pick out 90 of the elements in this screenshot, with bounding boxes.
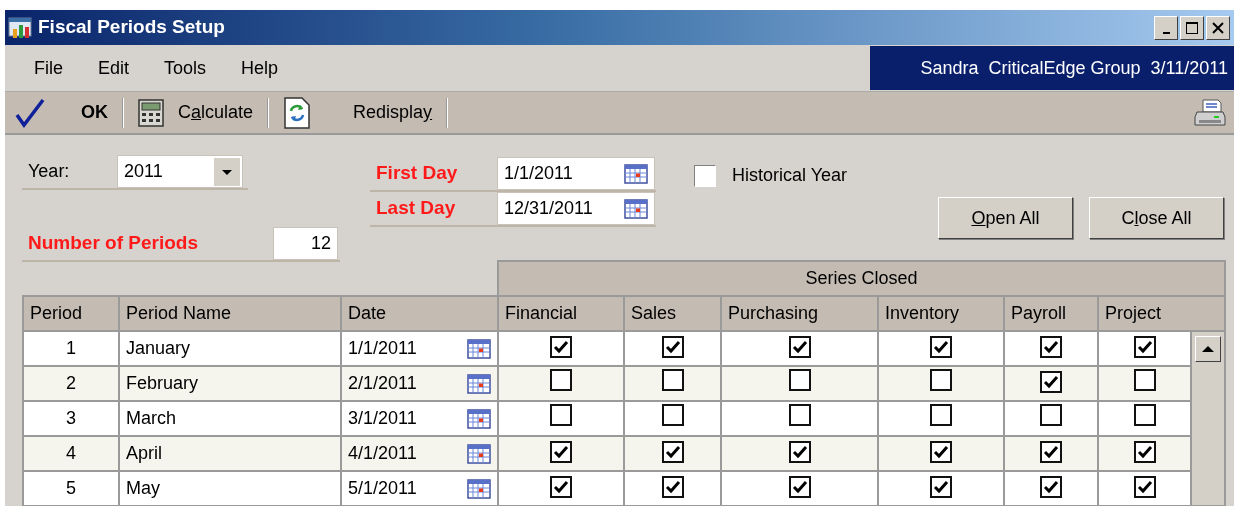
checkbox[interactable] <box>1040 371 1062 393</box>
checkbox[interactable] <box>1040 403 1062 426</box>
checkbox[interactable] <box>1040 441 1062 463</box>
checkbox[interactable] <box>788 476 811 498</box>
printer-icon[interactable] <box>1194 97 1226 128</box>
column-header: Payroll <box>1004 296 1098 331</box>
checkbox[interactable] <box>661 368 684 391</box>
checkmark-icon <box>15 97 45 128</box>
refresh-document-icon <box>283 96 312 129</box>
column-header: Inventory <box>878 296 1004 331</box>
table-cell: 5 <box>23 471 119 506</box>
column-header: Period Name <box>119 296 341 331</box>
calendar-icon[interactable] <box>624 198 648 219</box>
maximize-button[interactable] <box>1180 15 1204 40</box>
checkbox[interactable] <box>550 336 572 358</box>
up-arrow-icon <box>1201 345 1216 353</box>
close-button[interactable] <box>1206 15 1230 40</box>
open-all-button[interactable]: Open All <box>938 197 1073 239</box>
checkbox[interactable] <box>930 403 952 426</box>
checkbox[interactable] <box>930 368 952 391</box>
ok-button[interactable]: OK <box>5 94 118 131</box>
historical-year-label: Historical Year <box>732 164 848 187</box>
checkbox[interactable] <box>1040 336 1062 358</box>
date-text: 2/1/2011 <box>348 372 417 395</box>
column-header: Project <box>1098 296 1226 331</box>
menu-item[interactable]: Help <box>241 54 279 82</box>
checkbox[interactable] <box>550 476 572 498</box>
checkbox[interactable] <box>930 336 952 358</box>
checkbox[interactable] <box>661 441 684 463</box>
scroll-up-button[interactable] <box>1195 336 1222 362</box>
number-of-periods-field[interactable]: 12 <box>273 227 338 260</box>
calendar-icon[interactable] <box>467 408 491 429</box>
checkbox[interactable] <box>1133 368 1156 391</box>
checkbox[interactable] <box>1133 336 1156 358</box>
checkbox[interactable] <box>550 441 572 463</box>
checkbox[interactable] <box>550 368 572 391</box>
calendar-icon[interactable] <box>467 373 491 394</box>
column-header: Period <box>23 296 119 331</box>
last-day-field[interactable]: 12/31/2011 <box>497 192 655 225</box>
column-header: Financial <box>498 296 624 331</box>
column-header: Sales <box>624 296 721 331</box>
date-text: 1/1/2011 <box>348 337 417 360</box>
calculate-button[interactable]: Calculate <box>128 94 264 131</box>
checkbox[interactable] <box>661 476 684 498</box>
date-text: 5/1/2011 <box>348 477 417 500</box>
table-cell: May <box>119 471 341 506</box>
checkbox[interactable] <box>930 441 952 463</box>
checkbox[interactable] <box>788 368 811 391</box>
window-title: Fiscal Periods Setup <box>38 15 225 40</box>
year-label: Year: <box>27 160 71 183</box>
checkbox[interactable] <box>1040 476 1062 498</box>
historical-year-checkbox[interactable] <box>694 164 716 187</box>
minimize-icon <box>1162 31 1170 34</box>
year-dropdown[interactable]: 2011 <box>117 155 243 188</box>
checkbox[interactable] <box>661 336 684 358</box>
menu-item[interactable]: Tools <box>164 54 207 82</box>
checkbox[interactable] <box>788 336 811 358</box>
number-of-periods-label: Number of Periods <box>27 231 199 256</box>
date-cell[interactable]: 5/1/2011 <box>341 471 498 506</box>
maximize-icon <box>1185 20 1199 35</box>
first-day-label: First Day <box>375 161 459 186</box>
checkbox[interactable] <box>1133 476 1156 498</box>
checkbox[interactable] <box>550 403 572 426</box>
calendar-icon[interactable] <box>467 478 491 499</box>
first-day-field[interactable]: 1/1/2011 <box>497 157 655 190</box>
column-group-header: Series Closed <box>498 261 1226 296</box>
checkbox[interactable] <box>1133 441 1156 463</box>
date-text: 4/1/2011 <box>348 442 417 465</box>
scrollbar[interactable] <box>1191 331 1226 506</box>
close-all-button[interactable]: Close All <box>1089 197 1224 239</box>
close-icon <box>1211 20 1225 35</box>
menu-item[interactable]: File <box>34 54 63 82</box>
checkbox[interactable] <box>788 403 811 426</box>
checkbox[interactable] <box>788 441 811 463</box>
checkbox[interactable] <box>661 403 684 426</box>
checkbox[interactable] <box>930 476 952 498</box>
app-icon <box>8 15 34 40</box>
checkbox[interactable] <box>1133 403 1156 426</box>
column-header: Purchasing <box>721 296 878 331</box>
column-header: Date <box>341 296 498 331</box>
user-info: Sandra CriticalEdge Group 3/11/2011 <box>870 46 1234 90</box>
date-text: 3/1/2011 <box>348 407 417 430</box>
calendar-icon[interactable] <box>467 338 491 359</box>
calendar-icon[interactable] <box>624 163 648 184</box>
menu-item[interactable]: Edit <box>98 54 130 82</box>
minimize-button[interactable] <box>1154 15 1178 40</box>
redisplay-button[interactable]: Redisplay <box>273 94 443 131</box>
calendar-icon[interactable] <box>467 443 491 464</box>
last-day-label: Last Day <box>375 196 457 221</box>
calculator-icon <box>138 98 164 127</box>
